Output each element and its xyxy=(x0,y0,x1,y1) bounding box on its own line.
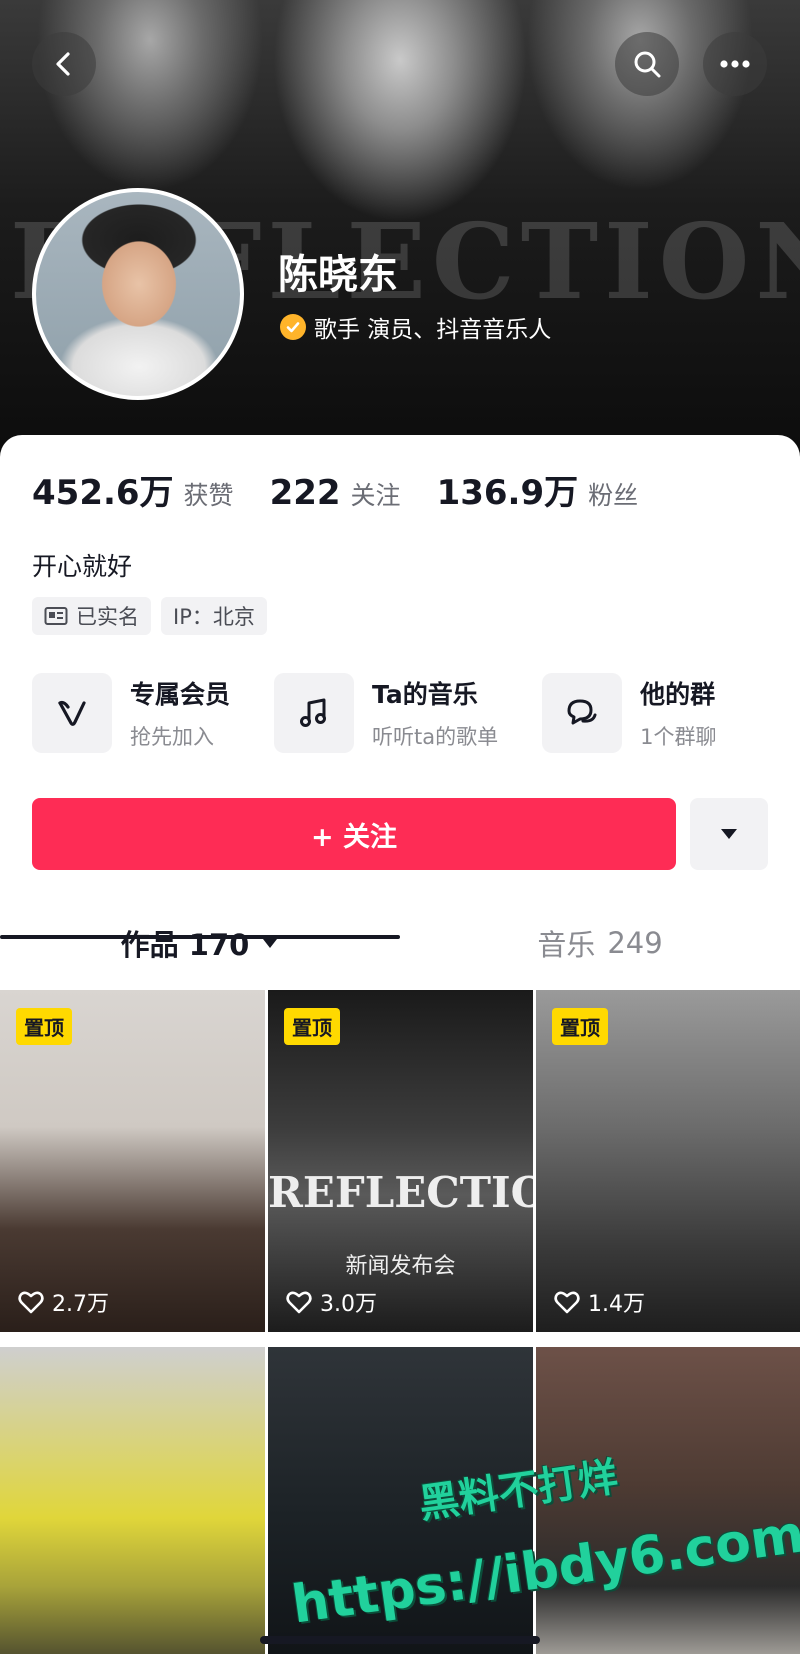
feature-subtitle: 听听ta的歌单 xyxy=(372,725,499,749)
caret-down-icon xyxy=(721,829,737,839)
more-button[interactable] xyxy=(703,32,767,96)
stat-likes[interactable]: 452.6万 获赞 xyxy=(32,465,234,514)
video-thumbnail[interactable] xyxy=(0,1347,265,1654)
chevron-left-icon xyxy=(56,52,70,76)
tab-music-label: 音乐 xyxy=(537,928,596,962)
search-button[interactable] xyxy=(615,32,679,96)
follow-button[interactable]: + 关注 xyxy=(32,798,676,870)
like-count: 1.4万 xyxy=(554,1286,645,1318)
tab-music-count: 249 xyxy=(607,926,663,960)
search-icon xyxy=(634,51,661,78)
like-count-value: 1.4万 xyxy=(588,1292,645,1317)
tab-music[interactable]: 音乐 249 xyxy=(400,905,800,981)
tag-label: IP：北京 xyxy=(173,605,255,629)
stat-number: 136.9万 xyxy=(436,473,579,513)
tag-label: 已实名 xyxy=(76,605,139,629)
pinned-badge: 置顶 xyxy=(284,1008,340,1045)
stat-label: 关注 xyxy=(350,481,401,510)
stat-label: 获赞 xyxy=(183,481,234,510)
active-tab-indicator xyxy=(0,935,400,939)
feature-subtitle: 1个群聊 xyxy=(640,725,717,749)
avatar[interactable] xyxy=(32,188,244,400)
thumbnail-art-title: REFLECTION xyxy=(268,1168,533,1217)
id-card-icon xyxy=(44,607,68,625)
pinned-badge: 置顶 xyxy=(16,1008,72,1045)
verification-text: 歌手 演员、抖音音乐人 xyxy=(314,317,552,343)
feature-title: 他的群 xyxy=(640,680,716,709)
heart-icon xyxy=(554,1291,580,1314)
video-thumbnail[interactable]: 置顶 2.7万 xyxy=(0,990,265,1332)
tag-ip-location: IP：北京 xyxy=(161,597,267,635)
tag-row: 已实名 IP：北京 xyxy=(32,597,267,635)
heart-icon xyxy=(18,1291,44,1314)
more-dots-icon xyxy=(720,60,750,68)
pinned-badge: 置顶 xyxy=(552,1008,608,1045)
like-count-value: 2.7万 xyxy=(52,1292,109,1317)
stat-number: 452.6万 xyxy=(32,473,174,513)
heart-v-icon xyxy=(32,673,112,753)
feature-row: 专属会员 抢先加入 Ta的音乐 听听ta的歌单 他的群 1个群聊 xyxy=(32,673,761,753)
feature-music[interactable]: Ta的音乐 听听ta的歌单 xyxy=(274,673,498,753)
like-count-value: 3.0万 xyxy=(320,1292,377,1317)
back-button[interactable] xyxy=(32,32,96,96)
tag-verified-identity[interactable]: 已实名 xyxy=(32,597,151,635)
recommend-dropdown-button[interactable] xyxy=(690,798,768,870)
chat-bubble-icon xyxy=(542,673,623,753)
thumbnail-art-subtitle: 新闻发布会 xyxy=(345,1254,456,1279)
feature-title: 专属会员 xyxy=(130,680,231,709)
video-thumbnail[interactable]: 置顶 1.4万 xyxy=(536,990,800,1332)
like-count: 3.0万 xyxy=(286,1286,377,1318)
heart-icon xyxy=(286,1291,312,1314)
verification-row: 歌手 演员、抖音音乐人 xyxy=(280,310,551,344)
stat-number: 222 xyxy=(269,473,341,513)
content-tabs: 作品 170 音乐 249 xyxy=(0,905,800,981)
profile-name: 陈晓东 xyxy=(278,252,398,298)
feature-group-chat[interactable]: 他的群 1个群聊 xyxy=(542,673,717,753)
tab-works[interactable]: 作品 170 xyxy=(0,905,400,981)
video-thumbnail[interactable]: 置顶 REFLECTION 新闻发布会 3.0万 xyxy=(268,990,533,1332)
stat-following[interactable]: 222 关注 xyxy=(270,473,401,513)
stat-label: 粉丝 xyxy=(588,481,639,510)
feature-subtitle: 抢先加入 xyxy=(130,725,214,749)
stats-row: 452.6万 获赞 222 关注 136.9万 粉丝 xyxy=(32,465,674,514)
music-note-icon xyxy=(274,673,355,753)
feature-membership[interactable]: 专属会员 抢先加入 xyxy=(32,673,230,753)
like-count: 2.7万 xyxy=(18,1286,109,1318)
home-indicator xyxy=(260,1636,540,1644)
stat-followers[interactable]: 136.9万 粉丝 xyxy=(437,465,639,514)
tab-works-label: 作品 170 xyxy=(120,928,250,962)
bio-text: 开心就好 xyxy=(32,552,133,581)
feature-title: Ta的音乐 xyxy=(372,680,478,709)
verified-check-icon xyxy=(280,314,306,340)
